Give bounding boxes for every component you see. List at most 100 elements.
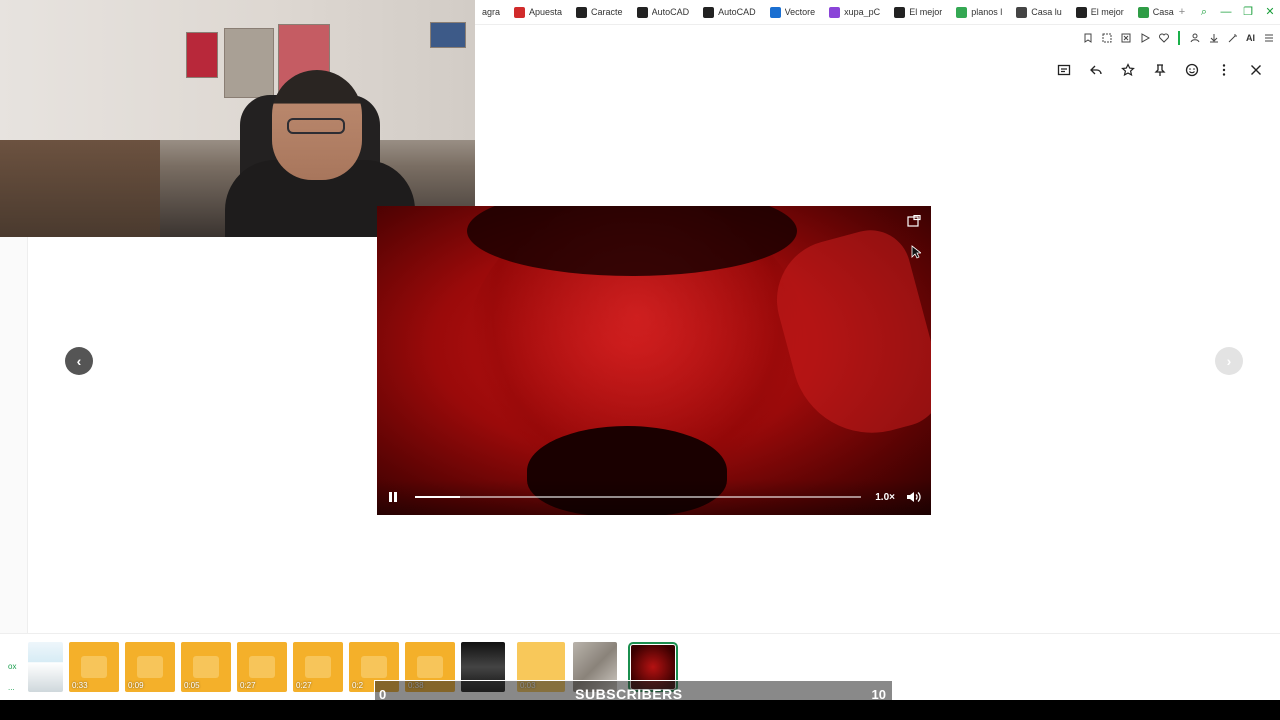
bookmark-item[interactable]: xupa_pC <box>822 0 887 25</box>
webcam-desk <box>0 140 160 237</box>
bookmark-label: agra <box>482 7 501 17</box>
heart-icon[interactable] <box>1158 33 1169 44</box>
audio-waveform-icon <box>137 656 163 678</box>
video-frame-hand <box>763 221 931 451</box>
bookmark-favicon-icon <box>769 6 781 18</box>
bookmark-label: AutoCAD <box>718 7 756 17</box>
thumbnail-item[interactable] <box>28 642 63 692</box>
playback-speed-button[interactable]: 1.0× <box>875 492 895 503</box>
thumbnail-duration: 0:05 <box>184 681 200 690</box>
reply-icon[interactable] <box>1088 60 1104 80</box>
webcam-overlay <box>0 0 475 237</box>
browser-toolbar: AI <box>1082 30 1274 46</box>
bookmark-label: Caracte <box>591 7 623 17</box>
bookmark-item[interactable]: planos l <box>949 0 1009 25</box>
star-icon[interactable] <box>1120 60 1136 80</box>
video-player[interactable]: 1.0× <box>377 206 931 515</box>
profile-icon[interactable] <box>1189 33 1200 44</box>
volume-icon[interactable] <box>905 489 923 505</box>
webcam-poster-1 <box>186 32 218 78</box>
bookmark-favicon-icon <box>1075 6 1087 18</box>
mouse-cursor-icon <box>911 245 921 259</box>
strip-side-label: ox <box>8 662 17 671</box>
audio-waveform-icon <box>249 656 275 678</box>
block-icon[interactable] <box>1120 33 1131 44</box>
thumbnail-duration: 0:2 <box>352 681 364 690</box>
audio-waveform-icon <box>193 656 219 678</box>
thumbnail-item[interactable]: 0:09 <box>125 642 175 692</box>
new-tab-button[interactable]: + <box>1176 7 1188 19</box>
more-options-icon[interactable] <box>1216 60 1232 80</box>
bookmark-label: Casa <box>1152 7 1174 17</box>
screenshot-icon[interactable] <box>1101 33 1112 44</box>
bookmark-label: Casa lu <box>1031 7 1062 17</box>
audio-waveform-icon <box>361 656 387 678</box>
bookmark-item[interactable]: Casa <box>1131 0 1181 25</box>
bookmark-favicon-icon <box>1137 6 1149 18</box>
bookmark-item[interactable]: Apuesta <box>507 0 569 25</box>
play-icon[interactable] <box>1139 33 1150 44</box>
thumbnail-duration: 0:09 <box>128 681 144 690</box>
thumbnail-duration: 0:27 <box>296 681 312 690</box>
webcam-poster-2 <box>224 28 274 98</box>
bottom-band <box>0 700 1280 720</box>
bookmark-item[interactable]: El mejor <box>1069 0 1131 25</box>
video-seek-bar[interactable] <box>415 496 862 498</box>
bookmark-label: xupa_pC <box>844 7 881 17</box>
thumbnail-duration: 0:27 <box>240 681 256 690</box>
bookmark-favicon-icon <box>956 6 968 18</box>
close-window-button[interactable]: ✕ <box>1264 7 1276 19</box>
bookmark-label: Vectore <box>784 7 816 17</box>
thumbnail-item[interactable]: 0:27 <box>293 642 343 692</box>
toolbar-divider <box>1178 31 1180 45</box>
bookmark-item[interactable]: AutoCAD <box>696 0 763 25</box>
audio-waveform-icon <box>417 656 443 678</box>
restore-button[interactable]: ❐ <box>1242 7 1254 19</box>
bookmark-item[interactable]: AutoCAD <box>630 0 697 25</box>
bookmark-favicon-icon <box>514 6 526 18</box>
thumbnail-item[interactable]: 0:05 <box>181 642 231 692</box>
picture-in-picture-icon[interactable] <box>907 214 921 227</box>
search-icon[interactable]: ⌕ <box>1198 7 1210 19</box>
bookmarks-bar: agra Apuesta Caracte AutoCAD AutoCAD Vectore x… <box>475 0 1280 25</box>
audio-waveform-icon <box>305 656 331 678</box>
thumbnail-duration: 0:33 <box>72 681 88 690</box>
bookmark-favicon-icon <box>894 6 906 18</box>
archive-icon[interactable] <box>1056 60 1072 80</box>
thumbnail-item[interactable]: 0:27 <box>237 642 287 692</box>
bookmark-favicon-icon <box>829 6 841 18</box>
bookmark-favicon-icon <box>1016 6 1028 18</box>
audio-waveform-icon <box>81 656 107 678</box>
bookmark-icon[interactable] <box>1082 33 1093 44</box>
webcam-glasses <box>287 118 345 134</box>
bookmark-label: AutoCAD <box>651 7 690 17</box>
pin-icon[interactable] <box>1152 60 1168 80</box>
window-controls: + ⌕ — ❐ ✕ <box>1176 0 1276 25</box>
screen: agra Apuesta Caracte AutoCAD AutoCAD Vectore x… <box>0 0 1280 720</box>
video-seek-progress <box>415 496 460 498</box>
close-viewer-icon[interactable] <box>1248 60 1264 80</box>
emoji-icon[interactable] <box>1184 60 1200 80</box>
video-controls: 1.0× <box>377 479 931 515</box>
bookmark-item[interactable]: El mejor <box>887 0 949 25</box>
bookmark-item[interactable]: Casa lu <box>1009 0 1069 25</box>
menu-icon[interactable] <box>1263 33 1274 44</box>
previous-media-button[interactable]: ‹ <box>65 347 93 375</box>
ai-button-label[interactable]: AI <box>1246 33 1255 43</box>
download-icon[interactable] <box>1208 33 1219 44</box>
bookmark-label: planos l <box>971 7 1003 17</box>
ai-wand-icon[interactable] <box>1227 33 1238 44</box>
minimize-button[interactable]: — <box>1220 7 1232 19</box>
bookmark-label: El mejor <box>1090 7 1124 17</box>
bookmark-item[interactable]: agra <box>475 0 507 25</box>
bookmark-item[interactable]: Caracte <box>569 0 630 25</box>
left-rail <box>0 237 28 700</box>
thumbnail-item[interactable]: 0:33 <box>69 642 119 692</box>
bookmark-item[interactable]: Vectore <box>763 0 823 25</box>
bookmark-favicon-icon <box>703 6 715 18</box>
pause-icon[interactable] <box>385 489 401 505</box>
viewer-actions <box>1056 60 1264 80</box>
next-media-button[interactable]: › <box>1215 347 1243 375</box>
bookmark-label: El mejor <box>909 7 943 17</box>
bookmark-favicon-icon <box>576 6 588 18</box>
